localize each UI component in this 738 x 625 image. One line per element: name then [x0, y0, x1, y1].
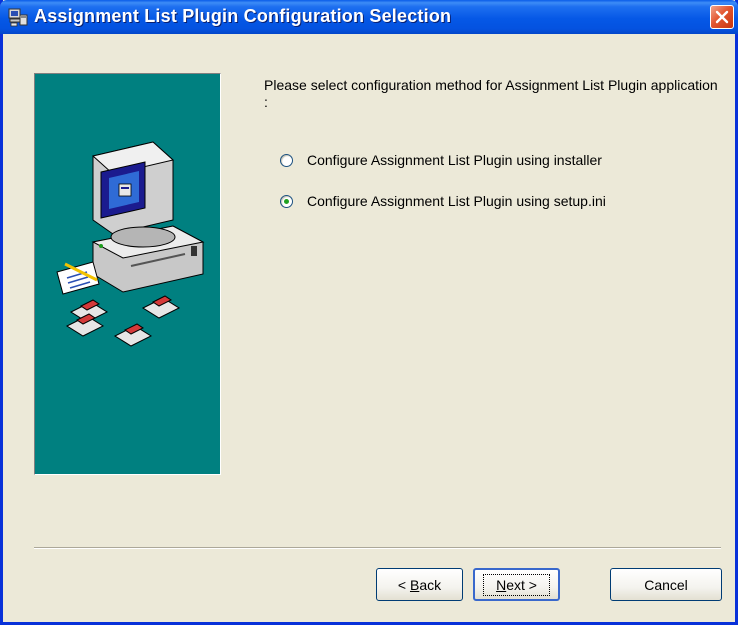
option-setup-ini-label[interactable]: Configure Assignment List Plugin using s…: [307, 193, 606, 209]
back-button-label: < Back: [397, 576, 442, 593]
close-icon: [715, 10, 729, 24]
footer-separator: [34, 547, 721, 549]
setup-computer-icon: [8, 7, 28, 27]
radio-setup-ini[interactable]: [280, 194, 293, 208]
window-title: Assignment List Plugin Configuration Sel…: [34, 6, 452, 26]
radio-installer[interactable]: [280, 153, 293, 167]
next-button[interactable]: Next >: [473, 568, 560, 601]
next-button-label: Next >: [483, 573, 550, 596]
close-button[interactable]: [710, 5, 734, 29]
option-setup-ini[interactable]: Configure Assignment List Plugin using s…: [280, 192, 606, 210]
side-illustration-panel: [34, 73, 221, 475]
selection-prompt: Please select configuration method for A…: [264, 77, 718, 110]
option-installer[interactable]: Configure Assignment List Plugin using i…: [280, 151, 602, 169]
option-installer-label[interactable]: Configure Assignment List Plugin using i…: [307, 152, 602, 168]
computer-with-disks-illustration: [56, 141, 205, 347]
title-bar[interactable]: Assignment List Plugin Configuration Sel…: [0, 0, 738, 34]
cancel-button-label: Cancel: [644, 576, 688, 593]
back-button[interactable]: < Back: [376, 568, 463, 601]
cancel-button[interactable]: Cancel: [610, 568, 722, 601]
dialog-window: Assignment List Plugin Configuration Sel…: [0, 0, 738, 625]
